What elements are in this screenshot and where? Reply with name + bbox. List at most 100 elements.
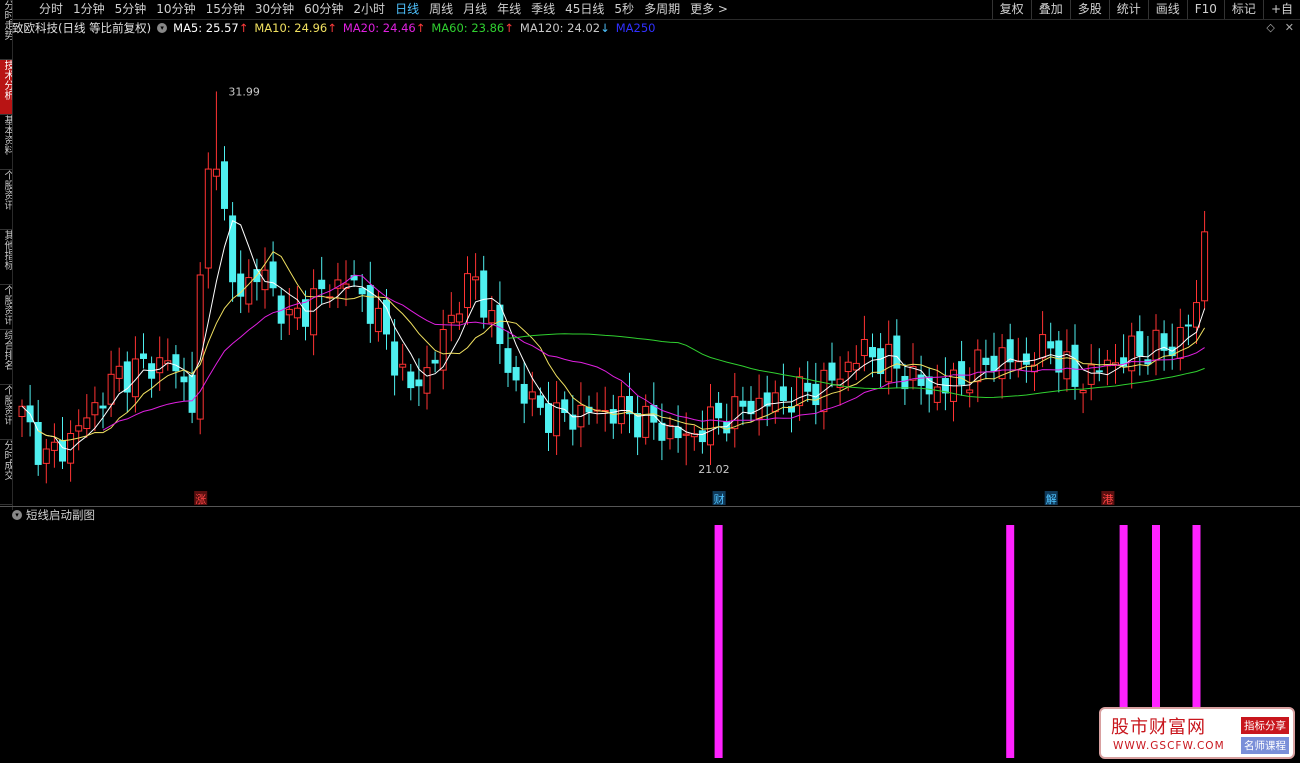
event-marker-3[interactable]: 港 bbox=[1102, 493, 1113, 506]
candle-body bbox=[536, 395, 544, 408]
candle-body bbox=[107, 373, 115, 405]
candle-body bbox=[407, 371, 415, 389]
signal-bar bbox=[1006, 525, 1015, 758]
tool-buttons: 复权 叠加 多股 统计 画线 F10 标记 +自 bbox=[991, 0, 1300, 19]
sidebar-tab-6[interactable]: 综合排名 bbox=[0, 330, 12, 385]
tool-button-7[interactable]: +自 bbox=[1262, 0, 1300, 19]
candle-body bbox=[504, 348, 512, 373]
period-tab-5[interactable]: 30分钟 bbox=[250, 0, 299, 19]
sidebar-tab-5[interactable]: 个股资讯 bbox=[0, 285, 12, 330]
candle-body bbox=[796, 376, 804, 407]
period-tab-11[interactable]: 年线 bbox=[492, 0, 526, 19]
candle-body bbox=[188, 374, 196, 413]
watermark-logo: 股市财富网 WWW.GSCFW.COM 指标分享 名师课程 bbox=[1099, 707, 1295, 759]
event-marker-2[interactable]: 解 bbox=[1046, 492, 1057, 506]
close-icon[interactable]: ✕ bbox=[1285, 21, 1294, 34]
period-tab-2[interactable]: 5分钟 bbox=[110, 0, 152, 19]
candle-body bbox=[1079, 389, 1087, 394]
watermark-tag-share: 指标分享 bbox=[1241, 717, 1289, 734]
candle-body bbox=[472, 276, 480, 281]
period-tab-0[interactable]: 分时 bbox=[34, 0, 68, 19]
candle-body bbox=[75, 425, 83, 432]
candle-body bbox=[860, 339, 868, 357]
sidebar-tab-4[interactable]: 其他指标 bbox=[0, 230, 12, 285]
sidebar-tab-2[interactable]: 基本资料 bbox=[0, 115, 12, 170]
candle-body bbox=[658, 422, 666, 441]
candle-body bbox=[488, 310, 496, 324]
sub-chart-header: ▾ 短线启动副图 bbox=[12, 507, 95, 523]
period-tab-4[interactable]: 15分钟 bbox=[201, 0, 250, 19]
ma-label-1: MA10: 24.96↑ bbox=[254, 21, 337, 35]
period-tab-13[interactable]: 45日线 bbox=[560, 0, 609, 19]
candle-body bbox=[917, 374, 925, 386]
tool-button-6[interactable]: 标记 bbox=[1223, 0, 1263, 19]
candle-body bbox=[156, 357, 164, 374]
candle-body bbox=[302, 299, 309, 327]
period-tab-15[interactable]: 多周期 bbox=[639, 0, 685, 19]
period-tab-12[interactable]: 季线 bbox=[526, 0, 560, 19]
settings-icon[interactable]: ▾ bbox=[157, 23, 168, 33]
candle-body bbox=[455, 313, 463, 323]
candle-body bbox=[739, 400, 747, 407]
sidebar-tab-0[interactable]: 分时走势 bbox=[0, 0, 12, 60]
pane-divider[interactable] bbox=[0, 506, 1300, 507]
candle-body bbox=[180, 376, 188, 383]
tool-button-1[interactable]: 叠加 bbox=[1030, 0, 1070, 19]
ma-label-0: MA5: 25.57↑ bbox=[173, 21, 249, 35]
kline-chart[interactable]: 31.99 21.02 涨 财 解 港 bbox=[0, 0, 1300, 763]
candle-body bbox=[731, 396, 739, 430]
period-tab-3[interactable]: 10分钟 bbox=[151, 0, 200, 19]
candle-body bbox=[885, 343, 893, 383]
period-toolbar: 分时 1分钟 5分钟 10分钟 15分钟 30分钟 60分钟 2小时 日线 周线 月线 年线 季线 45日… bbox=[0, 0, 1300, 20]
candle-body bbox=[771, 392, 779, 413]
tool-button-2[interactable]: 多股 bbox=[1069, 0, 1109, 19]
period-tab-1[interactable]: 1分钟 bbox=[68, 0, 110, 19]
candle-body bbox=[634, 413, 642, 438]
period-tab-7[interactable]: 2小时 bbox=[348, 0, 390, 19]
ma-label-3: MA60: 23.86↑ bbox=[431, 21, 514, 35]
candle-body bbox=[877, 348, 885, 375]
candle-body bbox=[374, 307, 382, 333]
candle-body bbox=[358, 287, 366, 295]
candle-body bbox=[1095, 370, 1103, 373]
period-tab-9[interactable]: 周线 bbox=[424, 0, 458, 19]
candle-body bbox=[698, 430, 706, 443]
period-tab-8[interactable]: 日线 bbox=[390, 0, 424, 19]
event-marker-0[interactable]: 涨 bbox=[195, 493, 206, 506]
diamond-icon[interactable]: ◇ bbox=[1266, 21, 1274, 34]
candle-body bbox=[1152, 329, 1160, 361]
period-tabs: 分时 1分钟 5分钟 10分钟 15分钟 30分钟 60分钟 2小时 日线 周线 月线 年线 季线 45日… bbox=[34, 0, 733, 19]
tool-button-3[interactable]: 统计 bbox=[1108, 0, 1148, 19]
event-marker-1[interactable]: 财 bbox=[714, 492, 725, 506]
tool-button-4[interactable]: 画线 bbox=[1147, 0, 1187, 19]
candle-body bbox=[123, 361, 131, 393]
candle-body bbox=[423, 367, 431, 394]
candle-body bbox=[115, 365, 123, 379]
candle-body bbox=[496, 304, 504, 345]
tool-button-5[interactable]: F10 bbox=[1186, 0, 1224, 19]
candle-body bbox=[933, 386, 941, 403]
period-tab-14[interactable]: 5秒 bbox=[609, 0, 639, 19]
candle-body bbox=[1136, 331, 1144, 357]
tool-button-0[interactable]: 复权 bbox=[991, 0, 1031, 19]
candle-body bbox=[285, 308, 293, 316]
candle-body bbox=[464, 273, 471, 309]
sidebar-tab-1[interactable]: 技术分析 bbox=[0, 60, 12, 115]
sidebar-tab-8[interactable]: 分时成交 bbox=[0, 440, 12, 505]
period-tab-10[interactable]: 月线 bbox=[458, 0, 492, 19]
candle-body bbox=[431, 359, 439, 364]
candle-body bbox=[723, 421, 731, 434]
candle-body bbox=[901, 375, 909, 390]
sidebar-tab-3[interactable]: 个股资讯 bbox=[0, 170, 12, 230]
low-price-label: 21.02 bbox=[698, 463, 730, 476]
period-tab-6[interactable]: 60分钟 bbox=[299, 0, 348, 19]
candle-body bbox=[34, 421, 42, 465]
candle-body bbox=[779, 386, 787, 401]
sub-settings-icon[interactable]: ▾ bbox=[12, 510, 22, 520]
candle-body bbox=[1201, 231, 1209, 302]
sidebar-tab-7[interactable]: 个股资讯 bbox=[0, 385, 12, 440]
period-tab-16[interactable]: 更多 > bbox=[685, 0, 733, 19]
watermark-tag-course: 名师课程 bbox=[1241, 737, 1289, 754]
candle-body bbox=[1022, 353, 1030, 365]
ma-label-2: MA20: 24.46↑ bbox=[342, 21, 426, 35]
